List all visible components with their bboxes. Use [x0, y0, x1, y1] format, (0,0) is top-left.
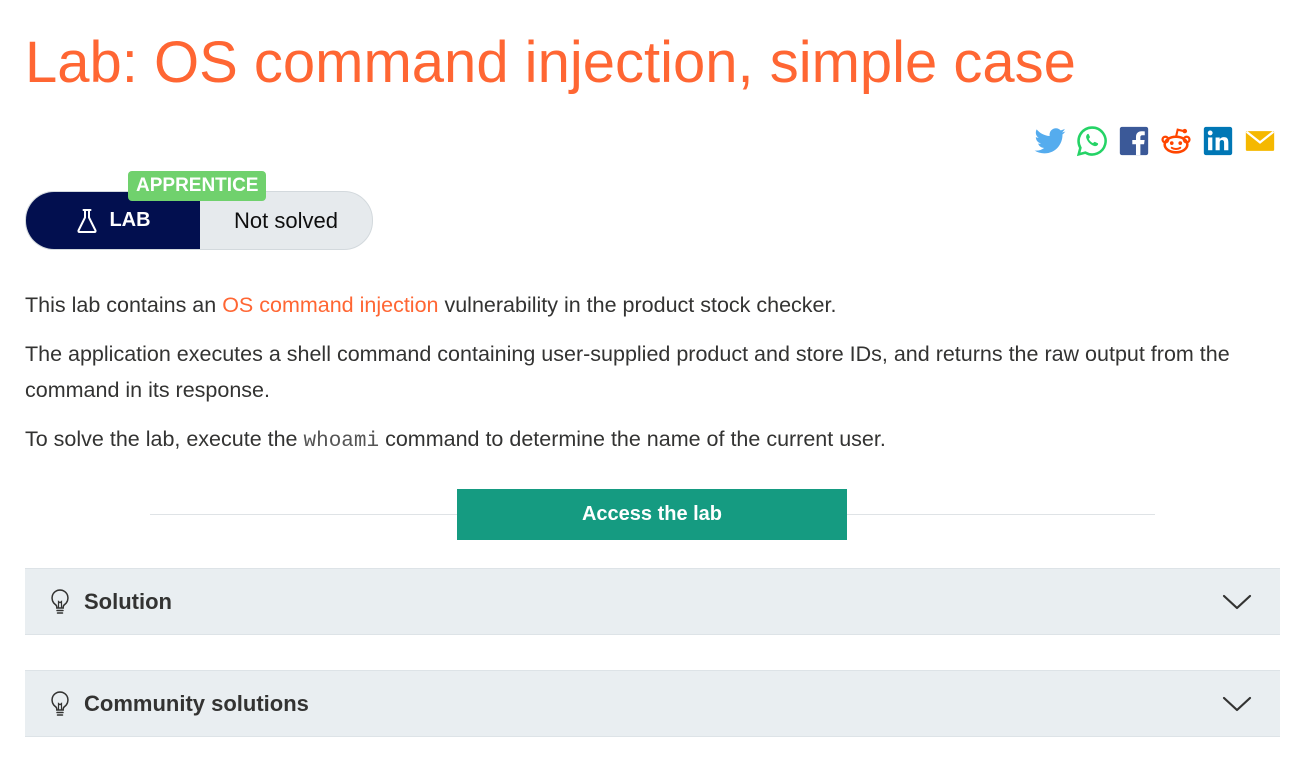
twitter-share-link[interactable] — [1033, 124, 1067, 158]
flask-icon — [77, 208, 98, 233]
email-icon — [1245, 130, 1275, 151]
community-solutions-accordion[interactable]: Community solutions — [25, 670, 1280, 737]
facebook-icon — [1119, 126, 1149, 156]
access-lab-row: Access the lab — [150, 489, 1155, 540]
reddit-icon — [1161, 128, 1191, 154]
linkedin-share-link[interactable] — [1201, 124, 1235, 158]
lightbulb-icon — [51, 690, 69, 716]
solution-accordion[interactable]: Solution — [25, 568, 1280, 635]
whatsapp-share-link[interactable] — [1075, 124, 1109, 158]
description-paragraph-2: The application executes a shell command… — [25, 342, 1230, 402]
os-command-injection-link[interactable]: OS command injection — [222, 293, 438, 317]
page-title: Lab: OS command injection, simple case — [25, 30, 1076, 95]
description-paragraph-3: To solve the lab, execute the whoami com… — [25, 427, 886, 453]
chevron-down-icon — [1222, 594, 1252, 609]
lab-badge: APPRENTICE LAB Not solved — [25, 171, 375, 253]
facebook-share-link[interactable] — [1117, 124, 1151, 158]
linkedin-icon — [1203, 126, 1233, 156]
twitter-icon — [1034, 128, 1066, 154]
description-paragraph-1: This lab contains an OS command injectio… — [25, 293, 837, 317]
level-tag: APPRENTICE — [128, 171, 267, 201]
chevron-down-icon — [1222, 696, 1252, 711]
whatsapp-icon — [1076, 126, 1107, 157]
whoami-code: whoami — [303, 430, 380, 453]
lab-page: Lab: OS command injection, simple case A… — [0, 0, 1309, 770]
lab-description: This lab contains an OS command injectio… — [25, 287, 1285, 473]
share-bar — [1033, 124, 1277, 158]
community-solutions-label: Community solutions — [84, 690, 309, 716]
solution-label: Solution — [84, 588, 172, 614]
email-share-link[interactable] — [1243, 124, 1277, 158]
lightbulb-icon — [51, 588, 69, 614]
lab-type-text: LAB — [109, 209, 151, 231]
reddit-share-link[interactable] — [1159, 124, 1193, 158]
access-lab-button[interactable]: Access the lab — [457, 489, 847, 540]
